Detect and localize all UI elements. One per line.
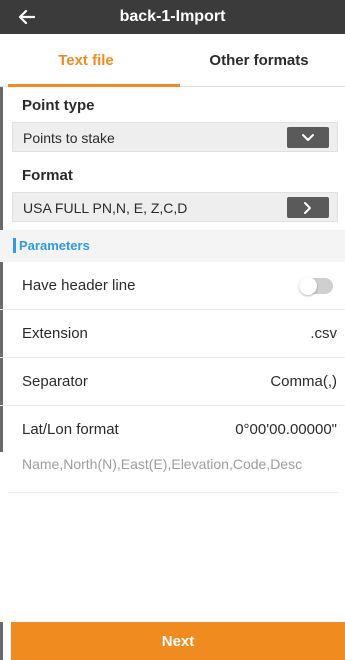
separator-label: Separator	[22, 373, 88, 390]
point-type-dropdown-button[interactable]	[287, 127, 329, 148]
separator-row[interactable]: Separator Comma(,)	[0, 358, 345, 406]
format-preview-text: Name,North(N),East(E),Elevation,Code,Des…	[22, 456, 303, 472]
header-line-label: Have header line	[22, 277, 136, 294]
point-type-select[interactable]: Points to stake	[12, 122, 338, 152]
tab-other-formats[interactable]: Other formats	[173, 34, 345, 86]
format-label: Format	[22, 167, 73, 184]
header-line-toggle[interactable]	[299, 277, 333, 295]
header-line-row: Have header line	[0, 262, 345, 310]
format-preview: Name,North(N),East(E),Elevation,Code,Des…	[0, 452, 345, 622]
extension-label: Extension	[22, 325, 88, 342]
parameters-section-header: Parameters	[0, 230, 345, 262]
toggle-knob	[299, 277, 317, 295]
latlon-format-value: 0°00'00.00000"	[235, 421, 337, 438]
point-type-value: Points to stake	[23, 130, 115, 146]
parameters-label: Parameters	[19, 238, 90, 253]
latlon-format-row[interactable]: Lat/Lon format 0°00'00.00000"	[0, 406, 345, 454]
next-button[interactable]: Next	[11, 622, 345, 660]
active-tab-indicator	[8, 84, 180, 87]
app-header: back-1-Import	[0, 0, 345, 34]
point-type-label: Point type	[22, 97, 95, 114]
extension-row[interactable]: Extension .csv	[0, 310, 345, 358]
section-accent-bar	[13, 238, 16, 253]
format-value: USA FULL PN,N, E, Z,C,D	[23, 200, 188, 216]
chevron-down-icon	[302, 133, 314, 141]
chevron-right-icon	[304, 201, 311, 214]
latlon-format-label: Lat/Lon format	[22, 421, 119, 438]
format-open-button[interactable]	[287, 197, 329, 218]
separator-value: Comma(,)	[270, 373, 337, 390]
page-title: back-1-Import	[119, 8, 226, 25]
preview-divider	[8, 492, 338, 493]
format-select[interactable]: USA FULL PN,N, E, Z,C,D	[12, 192, 338, 222]
tab-bar: Text file Other formats	[0, 34, 345, 87]
extension-value: .csv	[310, 325, 337, 342]
tab-text-file[interactable]: Text file	[0, 34, 172, 86]
